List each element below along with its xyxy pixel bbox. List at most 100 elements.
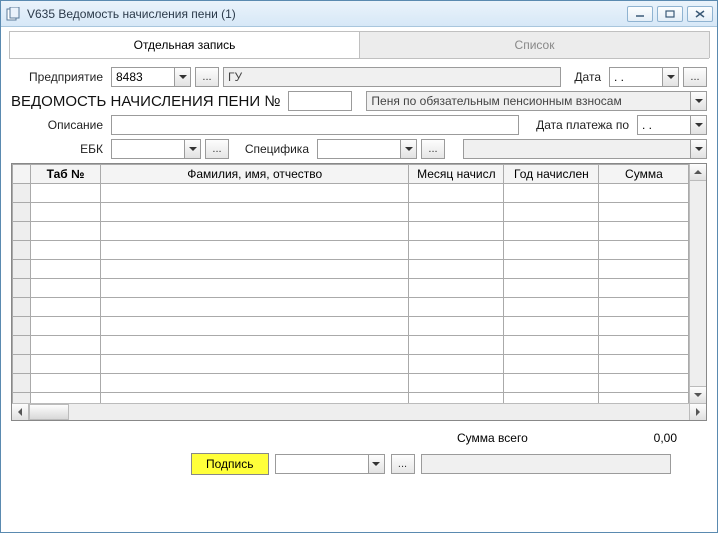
col-fio[interactable]: Фамилия, имя, отчество <box>101 165 409 184</box>
row-selector-cell[interactable] <box>13 317 31 336</box>
cell-tab-no[interactable] <box>31 279 101 298</box>
doc-number-input[interactable] <box>288 91 352 111</box>
cell-month[interactable] <box>409 241 504 260</box>
cell-month[interactable] <box>409 298 504 317</box>
cell-year[interactable] <box>504 336 599 355</box>
cell-sum[interactable] <box>599 222 689 241</box>
date-combo[interactable]: . . <box>609 67 679 87</box>
cell-tab-no[interactable] <box>31 222 101 241</box>
cell-tab-no[interactable] <box>31 298 101 317</box>
sign-combo[interactable] <box>275 454 385 474</box>
data-table[interactable]: Таб № Фамилия, имя, отчество Месяц начис… <box>12 164 689 403</box>
cell-year[interactable] <box>504 317 599 336</box>
ebk-lookup-button[interactable]: ... <box>205 139 229 159</box>
vertical-scrollbar[interactable] <box>689 164 706 403</box>
table-row[interactable] <box>13 336 689 355</box>
cell-fio[interactable] <box>101 260 409 279</box>
close-button[interactable] <box>687 6 713 22</box>
scroll-left-icon[interactable] <box>12 404 29 420</box>
cell-fio[interactable] <box>101 336 409 355</box>
cell-tab-no[interactable] <box>31 203 101 222</box>
table-row[interactable] <box>13 241 689 260</box>
scroll-track[interactable] <box>29 404 689 420</box>
row-selector-cell[interactable] <box>13 184 31 203</box>
ebk-combo[interactable] <box>111 139 201 159</box>
horizontal-scrollbar[interactable] <box>12 403 706 420</box>
cell-fio[interactable] <box>101 317 409 336</box>
scroll-right-icon[interactable] <box>689 404 706 420</box>
minimize-button[interactable] <box>627 6 653 22</box>
cell-fio[interactable] <box>101 279 409 298</box>
specifika-combo[interactable] <box>317 139 417 159</box>
cell-sum[interactable] <box>599 203 689 222</box>
row-selector-cell[interactable] <box>13 374 31 393</box>
cell-tab-no[interactable] <box>31 184 101 203</box>
scroll-down-icon[interactable] <box>690 386 706 403</box>
row-selector-cell[interactable] <box>13 279 31 298</box>
row-selector-cell[interactable] <box>13 298 31 317</box>
cell-year[interactable] <box>504 374 599 393</box>
dropdown-icon[interactable] <box>400 140 416 158</box>
cell-year[interactable] <box>504 298 599 317</box>
col-month[interactable]: Месяц начисл <box>409 165 504 184</box>
cell-month[interactable] <box>409 393 504 404</box>
cell-year[interactable] <box>504 241 599 260</box>
dropdown-icon[interactable] <box>690 116 706 134</box>
cell-year[interactable] <box>504 203 599 222</box>
cell-year[interactable] <box>504 393 599 404</box>
col-tab-no[interactable]: Таб № <box>31 165 101 184</box>
col-year[interactable]: Год начислен <box>504 165 599 184</box>
cell-tab-no[interactable] <box>31 393 101 404</box>
table-row[interactable] <box>13 184 689 203</box>
cell-tab-no[interactable] <box>31 355 101 374</box>
col-sum[interactable]: Сумма <box>599 165 689 184</box>
dropdown-icon[interactable] <box>368 455 384 473</box>
cell-tab-no[interactable] <box>31 260 101 279</box>
date-lookup-button[interactable]: ... <box>683 67 707 87</box>
cell-fio[interactable] <box>101 184 409 203</box>
enterprise-code-combo[interactable]: 8483 <box>111 67 191 87</box>
row-selector-cell[interactable] <box>13 336 31 355</box>
table-row[interactable] <box>13 317 689 336</box>
cell-sum[interactable] <box>599 374 689 393</box>
cell-fio[interactable] <box>101 222 409 241</box>
cell-fio[interactable] <box>101 298 409 317</box>
extra-combo[interactable] <box>463 139 707 159</box>
cell-sum[interactable] <box>599 393 689 404</box>
table-row[interactable] <box>13 393 689 404</box>
cell-sum[interactable] <box>599 355 689 374</box>
cell-year[interactable] <box>504 184 599 203</box>
cell-year[interactable] <box>504 279 599 298</box>
tab-single-record[interactable]: Отдельная запись <box>9 31 360 58</box>
dropdown-icon[interactable] <box>184 140 200 158</box>
cell-month[interactable] <box>409 203 504 222</box>
specifika-lookup-button[interactable]: ... <box>421 139 445 159</box>
cell-month[interactable] <box>409 279 504 298</box>
cell-sum[interactable] <box>599 184 689 203</box>
cell-fio[interactable] <box>101 355 409 374</box>
cell-month[interactable] <box>409 317 504 336</box>
row-selector-cell[interactable] <box>13 222 31 241</box>
cell-fio[interactable] <box>101 203 409 222</box>
cell-tab-no[interactable] <box>31 336 101 355</box>
table-row[interactable] <box>13 203 689 222</box>
row-selector-cell[interactable] <box>13 355 31 374</box>
cell-sum[interactable] <box>599 241 689 260</box>
cell-sum[interactable] <box>599 317 689 336</box>
maximize-button[interactable] <box>657 6 683 22</box>
table-row[interactable] <box>13 355 689 374</box>
enterprise-lookup-button[interactable]: ... <box>195 67 219 87</box>
dropdown-icon[interactable] <box>690 140 706 158</box>
payment-date-combo[interactable]: . . <box>637 115 707 135</box>
cell-tab-no[interactable] <box>31 317 101 336</box>
sign-lookup-button[interactable]: ... <box>391 454 415 474</box>
cell-sum[interactable] <box>599 298 689 317</box>
cell-month[interactable] <box>409 336 504 355</box>
table-row[interactable] <box>13 260 689 279</box>
cell-sum[interactable] <box>599 336 689 355</box>
cell-fio[interactable] <box>101 241 409 260</box>
cell-tab-no[interactable] <box>31 241 101 260</box>
description-input[interactable] <box>111 115 519 135</box>
table-row[interactable] <box>13 279 689 298</box>
cell-month[interactable] <box>409 260 504 279</box>
